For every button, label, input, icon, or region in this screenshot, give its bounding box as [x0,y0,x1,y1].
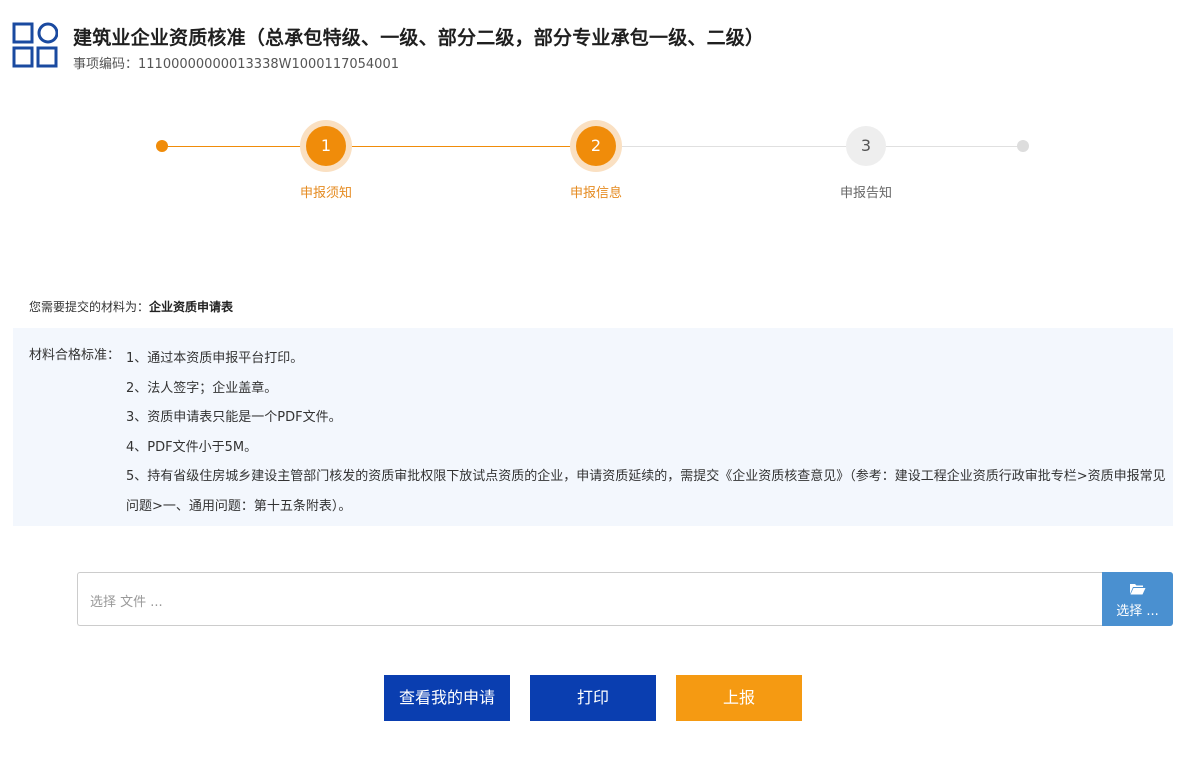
standards-item: 2、法人签字；企业盖章。 [126,380,278,396]
step-line-done [162,146,596,147]
standards-item: 1、通过本资质申报平台打印。 [126,351,304,366]
choose-file-label: 选择 ... [1116,604,1159,619]
file-input[interactable]: 选择 文件 ... [77,572,1102,626]
step-1-circle: 1 [306,126,346,166]
page-title: 建筑业企业资质核准（总承包特级、一级、部分二级，部分专业承包一级、二级） [73,27,765,49]
item-code-label: 事项编码： [73,57,139,72]
item-code-value: 11100000000013338W1000117054001 [138,57,399,72]
folder-open-icon [1130,584,1146,595]
standards-item: 4、PDF文件小于5M。 [126,439,258,455]
step-end-dot [1017,140,1029,152]
required-materials: 您需要提交的材料为：企业资质申请表 [29,298,233,315]
view-my-application-button[interactable]: 查看我的申请 [384,675,510,721]
step-line-pending [596,146,1024,147]
step-2-label: 申报信息 [569,186,622,201]
materials-prefix: 您需要提交的材料为： [29,300,150,314]
file-input-placeholder: 选择 文件 ... [90,595,163,610]
standards-list: 1、通过本资质申报平台打印。 2、法人签字；企业盖章。 3、资质申请表只能是一个… [126,344,1168,521]
materials-name: 企业资质申请表 [149,300,234,314]
submit-button[interactable]: 上报 [676,675,802,721]
step-start-dot [156,140,168,152]
standards-label: 材料合格标准： [29,348,121,363]
step-1-label: 申报须知 [299,186,352,201]
standards-item: 3、资质申请表只能是一个PDF文件。 [126,410,342,425]
grid-logo-icon [12,22,58,68]
step-3-label: 申报告知 [839,186,892,201]
material-standards-panel: 材料合格标准： 1、通过本资质申报平台打印。 2、法人签字；企业盖章。 3、资质… [13,328,1173,526]
item-code: 事项编码：11100000000013338W1000117054001 [73,53,399,72]
progress-steps: 1 申报须知 2 申报信息 3 申报告知 [0,120,1196,210]
step-2-circle: 2 [576,126,616,166]
file-upload: 选择 文件 ... 选择 ... [77,572,1173,626]
choose-file-button[interactable]: 选择 ... [1102,572,1173,626]
standards-item: 5、持有省级住房城乡建设主管部门核发的资质审批权限下放试点资质的企业，申请资质延… [126,469,1166,514]
step-3-circle: 3 [846,126,886,166]
print-button[interactable]: 打印 [530,675,656,721]
